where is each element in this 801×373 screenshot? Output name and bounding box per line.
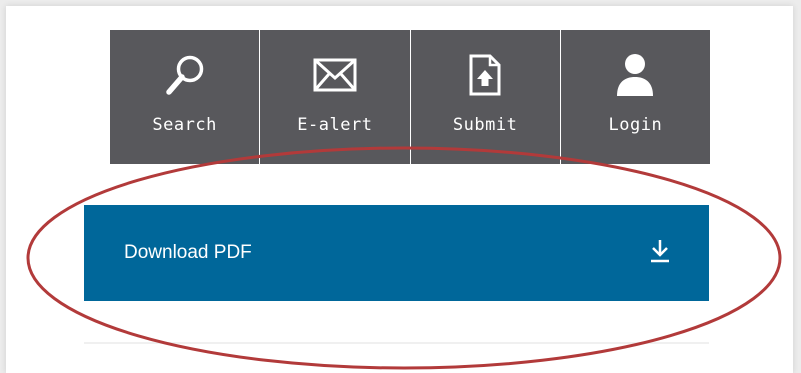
tool-bar: Search E-alert Submit Login: [110, 30, 710, 164]
user-icon: [605, 52, 665, 98]
envelope-icon: [305, 52, 365, 98]
download-pdf-label: Download PDF: [124, 242, 252, 263]
search-label: Search: [152, 115, 217, 135]
download-icon: [649, 238, 671, 269]
download-pdf-button[interactable]: Download PDF: [84, 205, 709, 301]
e-alert-label: E-alert: [297, 115, 373, 135]
submit-label: Submit: [452, 115, 518, 135]
login-label: Login: [608, 115, 663, 135]
e-alert-button[interactable]: E-alert: [259, 30, 410, 164]
login-button[interactable]: Login: [559, 30, 710, 164]
section-divider: [84, 342, 709, 344]
search-button[interactable]: Search: [110, 30, 260, 164]
submit-button[interactable]: Submit: [409, 30, 560, 164]
upload-document-icon: [455, 52, 515, 98]
search-icon: [155, 52, 215, 98]
